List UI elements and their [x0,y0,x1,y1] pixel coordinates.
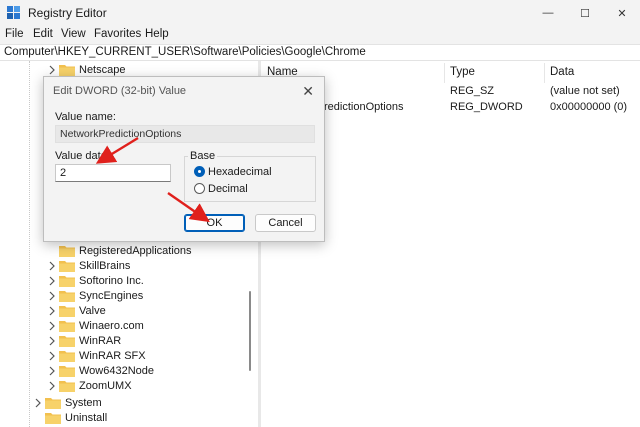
column-header-data[interactable]: Data [550,66,574,78]
window-title: Registry Editor [28,6,107,20]
value-data-label: Value data: [55,150,110,162]
column-header-type[interactable]: Type [450,66,475,78]
cancel-button[interactable]: Cancel [255,214,316,232]
folder-icon [59,65,75,76]
close-button[interactable]: ✕ [599,0,640,26]
chevron-right-icon[interactable] [48,381,56,391]
tree-item-system[interactable]: System [34,396,258,411]
value-data: 0x00000000 (0) [550,101,628,113]
menu-favorites[interactable]: Favorites [94,28,141,40]
column-separator[interactable] [544,63,545,83]
tree-item-label: RegisteredApplications [79,245,192,257]
menu-help[interactable]: Help [145,28,169,40]
tree-item-label: SkillBrains [79,260,131,272]
ok-button[interactable]: OK [184,214,245,232]
value-name-field: NetworkPredictionOptions [55,125,315,143]
tree-item-winrar-sfx[interactable]: WinRAR SFX [48,349,258,364]
chevron-right-icon[interactable] [48,291,56,301]
value-name: redictionOptions [324,101,404,113]
menu-edit[interactable]: Edit [33,28,53,40]
tree-item-label: Wow6432Node [79,365,155,377]
tree-item-label: WinRAR [79,335,122,347]
radio-label: Decimal [208,183,248,195]
chevron-right-icon[interactable] [48,261,56,271]
tree-item-winrar[interactable]: WinRAR [48,334,258,349]
menu-bar: File Edit View Favorites Help [0,26,640,44]
chevron-right-icon[interactable] [34,398,42,408]
folder-icon [59,306,75,317]
tree-item-syncengines[interactable]: SyncEngines [48,289,258,304]
chevron-right-icon[interactable] [48,336,56,346]
menu-file[interactable]: File [5,28,24,40]
folder-icon [59,246,75,257]
maximize-icon: ☐ [580,7,590,20]
close-icon: ✕ [617,7,627,20]
column-separator[interactable] [444,63,445,83]
chevron-right-icon[interactable] [48,276,56,286]
address-path[interactable]: Computer\HKEY_CURRENT_USER\Software\Poli… [4,46,366,58]
tree-item-label: WinRAR SFX [79,350,146,362]
radio-label: Hexadecimal [208,166,272,178]
tree-item-label: Softorino Inc. [79,275,144,287]
folder-icon [59,336,75,347]
menu-view[interactable]: View [61,28,86,40]
title-bar: Registry Editor — ☐ ✕ [0,0,640,26]
tree-item-label: ZoomUMX [79,380,132,392]
tree-item-wow6432node[interactable]: Wow6432Node [48,364,258,379]
tree-item-valve[interactable]: Valve [48,304,258,319]
folder-icon [59,261,75,272]
registry-editor-icon [7,6,20,19]
tree-item-label: Valve [79,305,106,317]
chevron-right-icon[interactable] [48,351,56,361]
folder-icon [59,291,75,302]
folder-icon [59,351,75,362]
dialog-title: Edit DWORD (32-bit) Value [53,85,187,97]
folder-icon [59,381,75,392]
tree-guide-line [29,61,30,427]
folder-icon [59,276,75,287]
scrollbar-thumb[interactable] [249,291,251,371]
minimize-icon: — [542,7,554,19]
tree-item-uninstall[interactable]: Uninstall [34,411,258,426]
folder-icon [45,413,61,424]
tree-item-label: Winaero.com [79,320,144,332]
value-data: (value not set) [550,85,620,97]
chevron-right-icon[interactable] [48,65,56,75]
folder-icon [45,398,61,409]
base-group [184,156,316,202]
radio-unselected-icon[interactable] [194,183,205,194]
tree-item-label: Uninstall [65,412,108,424]
chevron-right-icon[interactable] [48,306,56,316]
edit-dword-dialog: Edit DWORD (32-bit) Value ✕ Value name: … [43,76,325,242]
tree-item-winaero[interactable]: Winaero.com [48,319,258,334]
address-bar[interactable]: Computer\HKEY_CURRENT_USER\Software\Poli… [0,44,640,61]
tree-item-label: System [65,397,102,409]
tree-item-zoomumx[interactable]: ZoomUMX [48,379,258,394]
value-data-input[interactable]: 2 [55,164,171,182]
value-type: REG_SZ [450,85,495,97]
tree-item-skillbrains[interactable]: SkillBrains [48,259,258,274]
chevron-right-icon[interactable] [48,366,56,376]
folder-icon [59,321,75,332]
chevron-right-icon[interactable] [48,321,56,331]
radio-selected-icon[interactable] [194,166,205,177]
folder-icon [59,366,75,377]
base-label: Base [188,150,218,162]
value-type: REG_DWORD [450,101,523,113]
tree-item-label: SyncEngines [79,290,144,302]
tree-item-softorino[interactable]: Softorino Inc. [48,274,258,289]
value-name-label: Value name: [55,111,116,123]
tree-item-label: Netscape [79,64,126,76]
dialog-close-icon[interactable]: ✕ [302,83,314,100]
tree-item-registeredapplications[interactable]: RegisteredApplications [48,244,258,259]
